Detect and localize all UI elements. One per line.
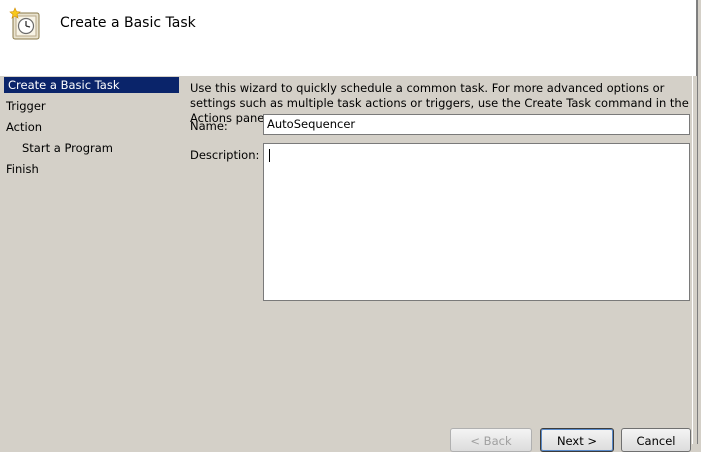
task-scheduler-icon	[8, 7, 42, 41]
name-field[interactable]: AutoSequencer	[263, 114, 690, 135]
window-border-inner	[692, 76, 693, 444]
window-border	[697, 0, 698, 444]
step-start-a-program[interactable]: Start a Program	[22, 140, 113, 156]
step-create-basic-task[interactable]: Create a Basic Task	[4, 77, 179, 93]
wizard-header: Create a Basic Task	[0, 0, 697, 76]
step-trigger[interactable]: Trigger	[6, 98, 46, 114]
cancel-button[interactable]: Cancel	[621, 428, 691, 452]
description-label: Description:	[190, 148, 260, 162]
wizard-title: Create a Basic Task	[60, 15, 196, 31]
next-button[interactable]: Next >	[540, 428, 614, 452]
name-label: Name:	[190, 119, 228, 133]
step-finish[interactable]: Finish	[6, 161, 39, 177]
step-action[interactable]: Action	[6, 119, 42, 135]
text-caret	[269, 149, 270, 162]
description-field[interactable]	[263, 143, 690, 301]
back-button[interactable]: < Back	[450, 428, 532, 452]
